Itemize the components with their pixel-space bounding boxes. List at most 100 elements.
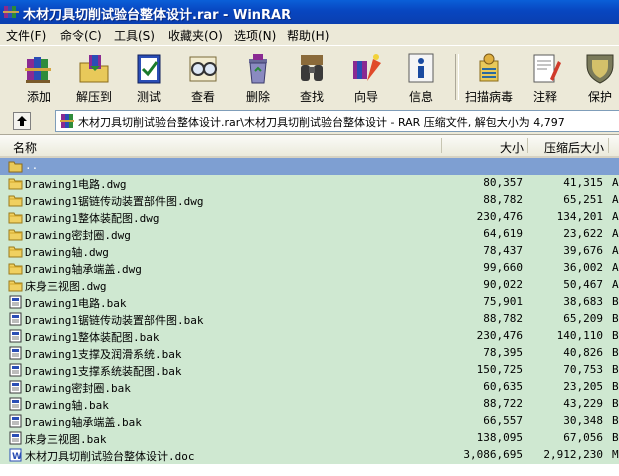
file-row[interactable]: Drawing1电路.dwg 80,357 41,315 A bbox=[0, 175, 619, 192]
file-type-col: B bbox=[612, 295, 619, 308]
file-size: 88,782 bbox=[483, 193, 523, 206]
file-name: Drawing1整体装配图.bak bbox=[25, 331, 160, 344]
file-row[interactable]: Drawing1支撑系统装配图.bak 150,725 70,753 B bbox=[0, 362, 619, 379]
file-name: Drawing密封圈.bak bbox=[25, 382, 131, 395]
dwg-file-icon bbox=[8, 212, 23, 224]
file-row[interactable]: Drawing密封圈.dwg 64,619 23,622 A bbox=[0, 226, 619, 243]
file-name: Drawing轴承端盖.dwg bbox=[25, 263, 142, 276]
up-folder-button[interactable] bbox=[13, 112, 31, 130]
column-divider[interactable] bbox=[608, 138, 609, 153]
word-doc-icon: W bbox=[9, 448, 22, 462]
file-size: 78,395 bbox=[483, 346, 523, 359]
delete-button[interactable]: 删除 bbox=[233, 49, 283, 105]
file-size: 60,635 bbox=[483, 380, 523, 393]
file-row[interactable]: Drawing1锯链传动装置部件图.bak 88,782 65,209 B bbox=[0, 311, 619, 328]
file-row[interactable]: Drawing1整体装配图.bak 230,476 140,110 B bbox=[0, 328, 619, 345]
file-row[interactable]: W 木材刀具切削试验台整体设计.doc 3,086,695 2,912,230 M bbox=[0, 447, 619, 464]
file-packed-size: 67,056 bbox=[563, 431, 603, 444]
add-button[interactable]: 添加 bbox=[14, 49, 64, 105]
file-size: 138,095 bbox=[476, 431, 523, 444]
parent-folder-icon bbox=[8, 161, 23, 173]
file-row[interactable]: Drawing密封圈.bak 60,635 23,205 B bbox=[0, 379, 619, 396]
dwg-file-icon bbox=[8, 263, 23, 275]
column-packed[interactable]: 压缩后大小 bbox=[544, 139, 604, 156]
file-type-col: A bbox=[612, 193, 619, 206]
virus-scan-label: 扫描病毒 bbox=[464, 90, 513, 104]
bak-file-icon bbox=[9, 414, 22, 428]
file-name: Drawing密封圈.dwg bbox=[25, 229, 131, 242]
file-list[interactable]: 名称 大小 压缩后大小 .. Drawing1电路.dwg 80,357 41,315… bbox=[0, 135, 619, 476]
wizard-label: 向导 bbox=[353, 90, 378, 104]
file-row[interactable]: Drawing1锯链传动装置部件图.dwg 88,782 65,251 A bbox=[0, 192, 619, 209]
menu-options[interactable]: 选项(N) bbox=[234, 27, 276, 44]
menu-help[interactable]: 帮助(H) bbox=[287, 27, 329, 44]
protect-button[interactable]: 保护 bbox=[576, 49, 619, 105]
file-type-col: A bbox=[612, 210, 619, 223]
menu-bar: 文件(F) 命令(C) 工具(S) 收藏夹(O) 选项(N) 帮助(H) bbox=[0, 24, 619, 45]
column-name[interactable]: 名称 bbox=[13, 139, 37, 156]
wizard-button[interactable]: 向导 bbox=[341, 49, 391, 105]
file-type-col: B bbox=[612, 380, 619, 393]
archive-path-field[interactable]: 木材刀具切削试验台整体设计.rar\木材刀具切削试验台整体设计 - RAR 压缩… bbox=[55, 110, 619, 132]
virus-scan-icon bbox=[479, 53, 499, 82]
info-button[interactable]: 信息 bbox=[396, 49, 446, 105]
test-button[interactable]: 测试 bbox=[124, 49, 174, 105]
menu-command[interactable]: 命令(C) bbox=[60, 27, 102, 44]
find-label: 查找 bbox=[299, 90, 324, 104]
column-divider[interactable] bbox=[527, 138, 528, 153]
file-row[interactable]: Drawing1整体装配图.dwg 230,476 134,201 A bbox=[0, 209, 619, 226]
extract-folder-icon bbox=[79, 55, 109, 83]
menu-tools[interactable]: 工具(S) bbox=[114, 27, 155, 44]
bak-file-icon bbox=[9, 380, 22, 394]
file-type-col: B bbox=[612, 329, 619, 342]
menu-favorites[interactable]: 收藏夹(O) bbox=[168, 27, 223, 44]
virus-scan-button[interactable]: 扫描病毒 bbox=[461, 49, 517, 105]
file-size: 88,722 bbox=[483, 397, 523, 410]
find-button[interactable]: 查找 bbox=[287, 49, 337, 105]
dwg-file-icon bbox=[8, 229, 23, 241]
file-row[interactable]: Drawing轴.bak 88,722 43,229 B bbox=[0, 396, 619, 413]
file-packed-size: 2,912,230 bbox=[543, 448, 603, 461]
column-divider[interactable] bbox=[441, 138, 442, 153]
file-row[interactable]: Drawing轴承端盖.bak 66,557 30,348 B bbox=[0, 413, 619, 430]
file-name: Drawing1锯链传动装置部件图.dwg bbox=[25, 195, 204, 208]
add-label: 添加 bbox=[26, 90, 51, 104]
dwg-file-icon bbox=[8, 195, 23, 207]
file-row[interactable]: Drawing1电路.bak 75,901 38,683 B bbox=[0, 294, 619, 311]
file-name: Drawing1电路.dwg bbox=[25, 178, 127, 191]
file-size: 99,660 bbox=[483, 261, 523, 274]
column-size[interactable]: 大小 bbox=[500, 139, 524, 156]
file-size: 230,476 bbox=[476, 210, 523, 223]
file-list-header: 名称 大小 压缩后大小 bbox=[0, 135, 619, 158]
view-label: 查看 bbox=[190, 90, 215, 104]
file-size: 90,022 bbox=[483, 278, 523, 291]
archive-icon bbox=[60, 114, 74, 128]
toolbar: 添加 解压到 测试 查看 删除 查找 向导 信息 扫描病毒 注释 保护 bbox=[0, 45, 619, 108]
extract-to-button[interactable]: 解压到 bbox=[68, 49, 120, 105]
view-button[interactable]: 查看 bbox=[177, 49, 229, 105]
test-check-icon bbox=[137, 54, 161, 84]
file-row[interactable]: Drawing轴.dwg 78,437 39,676 A bbox=[0, 243, 619, 260]
file-size: 66,557 bbox=[483, 414, 523, 427]
file-row[interactable]: Drawing轴承端盖.dwg 99,660 36,002 A bbox=[0, 260, 619, 277]
file-type-col: A bbox=[612, 278, 619, 291]
file-row[interactable]: 床身三视图.bak 138,095 67,056 B bbox=[0, 430, 619, 447]
file-packed-size: 50,467 bbox=[563, 278, 603, 291]
winrar-app-icon[interactable] bbox=[3, 4, 19, 20]
file-row[interactable]: 床身三视图.dwg 90,022 50,467 A bbox=[0, 277, 619, 294]
parent-folder-row[interactable]: .. bbox=[0, 158, 619, 175]
file-name: Drawing1整体装配图.dwg bbox=[25, 212, 160, 225]
protect-label: 保护 bbox=[587, 90, 612, 104]
file-packed-size: 39,676 bbox=[563, 244, 603, 257]
file-type-col: B bbox=[612, 363, 619, 376]
file-row[interactable]: Drawing1支撑及润滑系统.bak 78,395 40,826 B bbox=[0, 345, 619, 362]
archive-path-text: 木材刀具切削试验台整体设计.rar\木材刀具切削试验台整体设计 - RAR 压缩… bbox=[78, 116, 565, 129]
test-label: 测试 bbox=[136, 90, 161, 104]
title-bar: 木材刀具切削试验台整体设计.rar - WinRAR bbox=[0, 0, 619, 24]
file-packed-size: 36,002 bbox=[563, 261, 603, 274]
menu-file[interactable]: 文件(F) bbox=[6, 27, 46, 44]
file-packed-size: 40,826 bbox=[563, 346, 603, 359]
view-glasses-icon bbox=[189, 56, 217, 82]
file-size: 78,437 bbox=[483, 244, 523, 257]
comment-button[interactable]: 注释 bbox=[521, 49, 569, 105]
